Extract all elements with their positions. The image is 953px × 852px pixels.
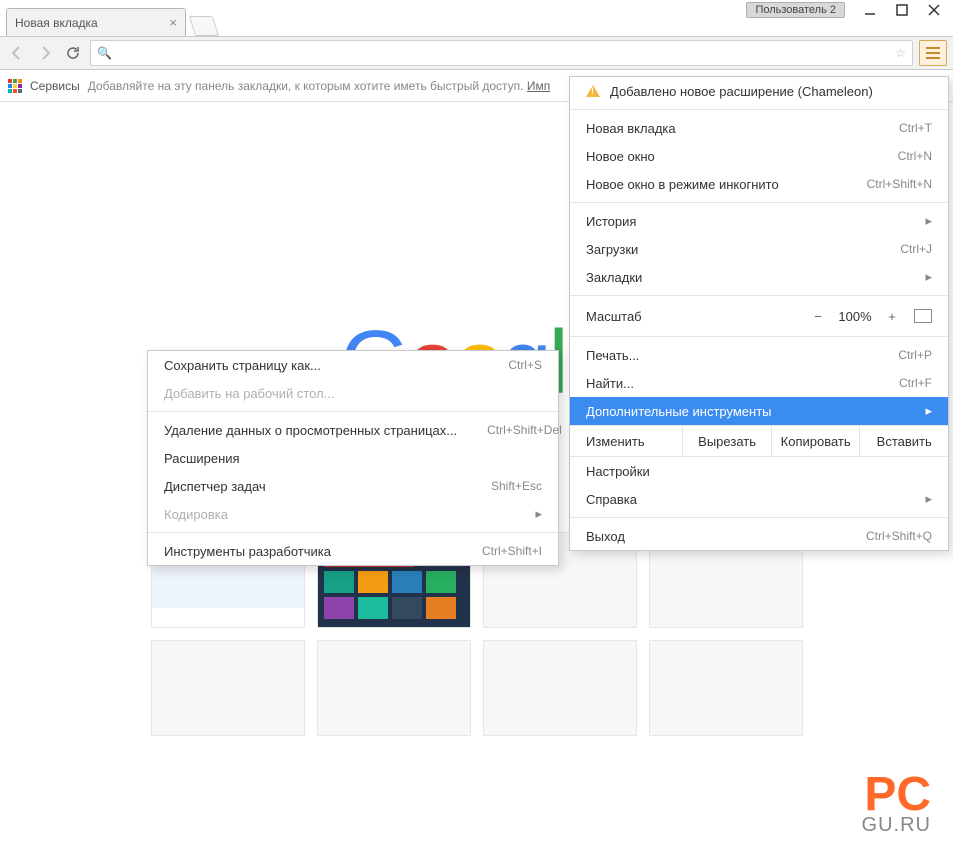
menu-find[interactable]: Найти...Ctrl+F: [570, 369, 948, 397]
bookmark-hint: Добавляйте на эту панель закладки, к кот…: [88, 79, 551, 93]
user-badge[interactable]: Пользователь 2: [746, 2, 845, 18]
menu-help[interactable]: Справка▸: [570, 485, 948, 513]
titlebar: Новая вкладка × Пользователь 2: [0, 0, 953, 36]
cut-button[interactable]: Вырезать: [682, 426, 771, 456]
toolbar: 🔍 ☆: [0, 36, 953, 70]
menu-settings[interactable]: Настройки: [570, 457, 948, 485]
maximize-button[interactable]: [895, 3, 909, 17]
zoom-in-button[interactable]: +: [880, 309, 904, 324]
address-bar[interactable]: 🔍 ☆: [90, 40, 913, 66]
zoom-out-button[interactable]: −: [806, 309, 830, 324]
window-controls: Пользователь 2: [746, 2, 953, 18]
menu-incognito[interactable]: Новое окно в режиме инкогнитоCtrl+Shift+…: [570, 170, 948, 198]
menu-new-window[interactable]: Новое окноCtrl+N: [570, 142, 948, 170]
thumbnail-tile[interactable]: [317, 640, 471, 736]
tab-strip: Новая вкладка ×: [0, 0, 216, 36]
extension-notice[interactable]: Добавлено новое расширение (Chameleon): [570, 77, 948, 105]
reload-button[interactable]: [62, 42, 84, 64]
url-input[interactable]: [118, 46, 895, 61]
watermark: PC GU.RU: [862, 773, 931, 834]
chevron-right-icon: ▸: [925, 213, 932, 229]
submenu-save-page[interactable]: Сохранить страницу как...Ctrl+S: [148, 351, 558, 379]
thumbnail-tile[interactable]: [151, 640, 305, 736]
menu-exit[interactable]: ВыходCtrl+Shift+Q: [570, 522, 948, 550]
menu-more-tools[interactable]: Дополнительные инструменты▸: [570, 397, 948, 425]
submenu-clear-data[interactable]: Удаление данных о просмотренных страница…: [148, 416, 558, 444]
zoom-value: 100%: [830, 309, 880, 324]
menu-bookmarks[interactable]: Закладки▸: [570, 263, 948, 291]
thumbnail-tile[interactable]: [649, 640, 803, 736]
hamburger-icon: [926, 47, 940, 59]
new-tab-button[interactable]: [189, 16, 219, 36]
submenu-dev-tools[interactable]: Инструменты разработчикаCtrl+Shift+I: [148, 537, 558, 565]
submenu-task-manager[interactable]: Диспетчер задачShift+Esc: [148, 472, 558, 500]
submenu-encoding[interactable]: Кодировка▸: [148, 500, 558, 528]
warning-icon: [586, 85, 600, 97]
submenu-add-desktop: Добавить на рабочий стол...: [148, 379, 558, 407]
menu-history[interactable]: История▸: [570, 207, 948, 235]
more-tools-submenu: Сохранить страницу как...Ctrl+S Добавить…: [147, 350, 559, 566]
browser-tab[interactable]: Новая вкладка ×: [6, 8, 186, 36]
forward-button[interactable]: [34, 42, 56, 64]
import-link[interactable]: Имп: [527, 79, 550, 93]
minimize-button[interactable]: [863, 3, 877, 17]
menu-print[interactable]: Печать...Ctrl+P: [570, 341, 948, 369]
apps-label[interactable]: Сервисы: [30, 79, 80, 93]
globe-icon: 🔍: [97, 46, 112, 60]
close-tab-icon[interactable]: ×: [169, 15, 177, 30]
chevron-right-icon: ▸: [925, 403, 932, 419]
bookmark-star-icon[interactable]: ☆: [895, 46, 906, 60]
fullscreen-button[interactable]: [914, 309, 932, 323]
main-menu: Добавлено новое расширение (Chameleon) Н…: [569, 76, 949, 551]
paste-button[interactable]: Вставить: [859, 426, 948, 456]
submenu-extensions[interactable]: Расширения: [148, 444, 558, 472]
menu-downloads[interactable]: ЗагрузкиCtrl+J: [570, 235, 948, 263]
tab-title: Новая вкладка: [15, 16, 98, 30]
chevron-right-icon: ▸: [925, 491, 932, 507]
edit-label: Изменить: [570, 426, 682, 456]
back-button[interactable]: [6, 42, 28, 64]
thumbnail-tile[interactable]: [483, 640, 637, 736]
copy-button[interactable]: Копировать: [771, 426, 860, 456]
main-menu-button[interactable]: [919, 40, 947, 66]
menu-new-tab[interactable]: Новая вкладкаCtrl+T: [570, 114, 948, 142]
apps-icon[interactable]: [8, 79, 22, 93]
menu-edit-row: Изменить Вырезать Копировать Вставить: [570, 425, 948, 457]
close-window-button[interactable]: [927, 3, 941, 17]
chevron-right-icon: ▸: [535, 506, 542, 522]
chevron-right-icon: ▸: [925, 269, 932, 285]
menu-zoom: Масштаб − 100% +: [570, 300, 948, 332]
